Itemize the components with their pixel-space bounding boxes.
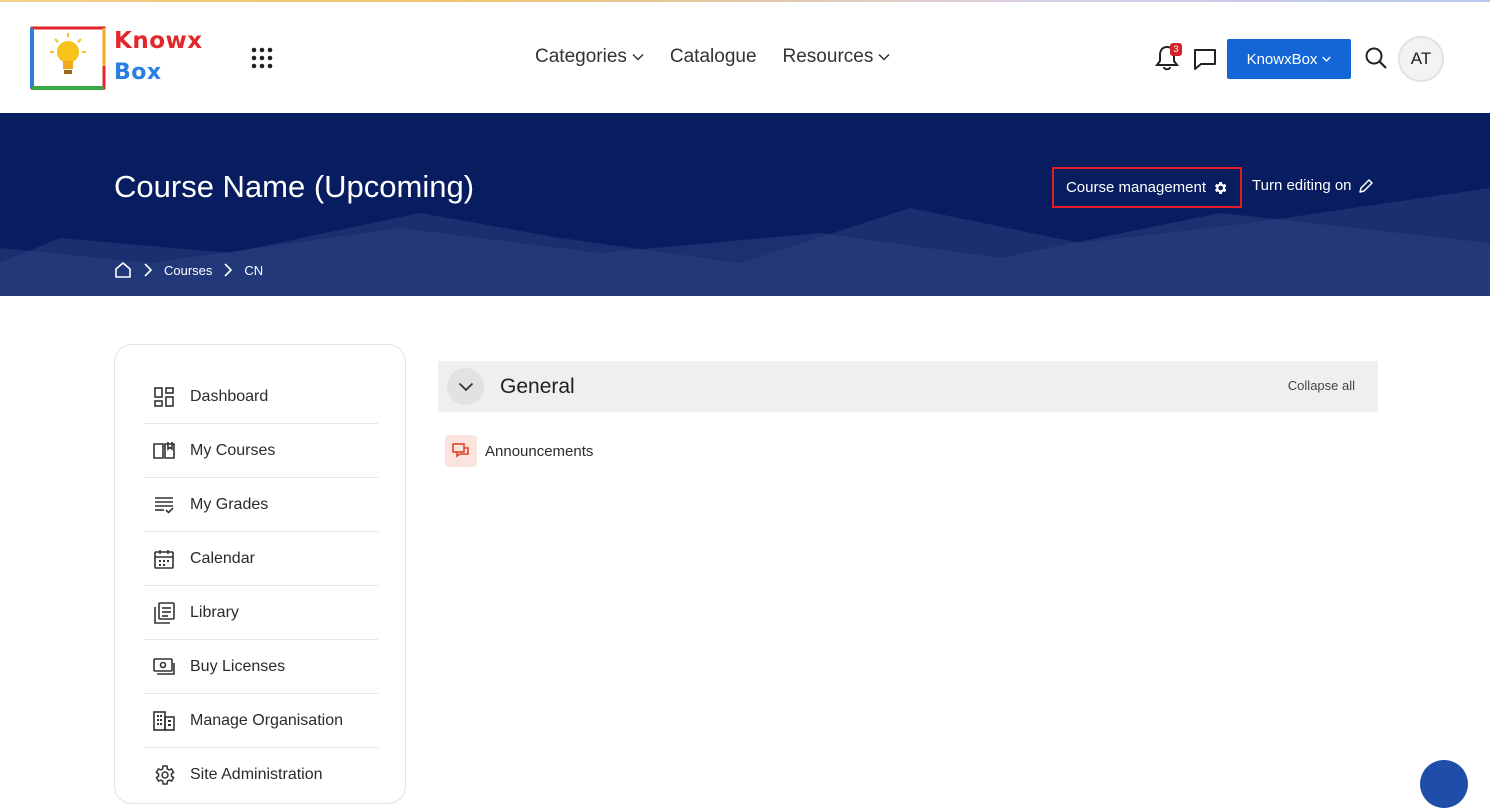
sidebar-item-label: Calendar: [190, 549, 255, 567]
sidebar-item-label: My Courses: [190, 441, 276, 459]
course-management-label: Course management: [1065, 179, 1207, 196]
course-management-button[interactable]: Course management: [1052, 167, 1242, 208]
home-icon[interactable]: [114, 261, 132, 279]
chevron-down-icon: [878, 53, 890, 61]
chevron-down-icon: [458, 382, 473, 391]
nav-catalogue[interactable]: Catalogue: [670, 46, 757, 68]
knowxbox-logo[interactable]: Knowx Box: [30, 26, 210, 94]
bulb-logo-icon: [30, 26, 106, 90]
messages-icon[interactable]: [1192, 46, 1218, 72]
breadcrumb: Courses CN: [114, 261, 263, 279]
chevron-right-icon: [224, 263, 233, 277]
workspace-button-label: KnowxBox: [1246, 50, 1318, 68]
notification-count-badge: 3: [1170, 43, 1182, 56]
book-icon: [153, 441, 175, 459]
sidebar-item-site-administration[interactable]: Site Administration: [144, 748, 378, 802]
gear-icon: [1214, 181, 1227, 194]
top-navbar: Knowx Box Categories Catalogue Resources…: [0, 2, 1490, 113]
sidebar-item-library[interactable]: Library: [144, 586, 378, 640]
forum-icon: [445, 435, 477, 467]
nav-resources-label: Resources: [782, 46, 874, 67]
sidebar-item-label: Dashboard: [190, 387, 269, 405]
pencil-icon: [1358, 178, 1373, 193]
workspace-dropdown-button[interactable]: KnowxBox: [1227, 39, 1351, 79]
grades-icon: [155, 496, 174, 514]
nav-categories-label: Categories: [535, 46, 627, 67]
sidebar-item-label: My Grades: [190, 495, 269, 513]
sidebar-item-label: Site Administration: [190, 766, 323, 783]
help-chat-button[interactable]: [1420, 760, 1468, 808]
section-collapse-toggle[interactable]: [447, 368, 484, 405]
chevron-down-icon: [1322, 56, 1332, 62]
main-nav: Categories Catalogue Resources: [535, 46, 890, 68]
sidebar-item-manage-organisation[interactable]: Manage Organisation: [144, 694, 378, 748]
sidebar-item-label: Buy Licenses: [190, 657, 286, 675]
search-icon[interactable]: [1364, 46, 1388, 70]
license-icon: [153, 657, 175, 675]
sidebar-item-calendar[interactable]: Calendar: [144, 532, 378, 586]
gear-icon: [155, 765, 175, 785]
sidebar-item-my-courses[interactable]: My Courses: [144, 424, 378, 478]
turn-editing-label: Turn editing on: [1252, 177, 1352, 194]
section-title: General: [500, 375, 575, 398]
course-title: Course Name (Upcoming): [114, 169, 475, 204]
turn-editing-on-button[interactable]: Turn editing on: [1252, 177, 1374, 194]
sidebar-item-label: Library: [190, 603, 239, 621]
collapse-all-link[interactable]: Collapse all: [1288, 378, 1355, 393]
sidebar-menu: Dashboard My Courses My Grades Calendar …: [114, 344, 406, 804]
course-header-banner: Course Name (Upcoming) Course management…: [0, 113, 1490, 296]
breadcrumb-course[interactable]: CN: [244, 263, 263, 278]
logo-text-knowx: Knowx: [114, 28, 203, 54]
app-grid-icon[interactable]: [250, 46, 274, 70]
logo-text-box: Box: [114, 60, 162, 85]
sidebar-item-dashboard[interactable]: Dashboard: [144, 370, 378, 424]
chevron-right-icon: [144, 263, 153, 277]
calendar-icon: [154, 549, 174, 569]
activity-announcements[interactable]: Announcements: [445, 435, 593, 467]
activity-label: Announcements: [485, 442, 594, 460]
chevron-down-icon: [632, 53, 644, 61]
breadcrumb-courses[interactable]: Courses: [164, 263, 212, 278]
sidebar-item-label: Manage Organisation: [190, 711, 343, 729]
sidebar-item-buy-licenses[interactable]: Buy Licenses: [144, 640, 378, 694]
nav-catalogue-label: Catalogue: [669, 46, 757, 67]
user-avatar[interactable]: AT: [1398, 36, 1444, 82]
dashboard-icon: [154, 386, 174, 407]
organisation-icon: [153, 710, 175, 731]
nav-categories[interactable]: Categories: [535, 46, 644, 68]
section-header-general: General Collapse all: [438, 361, 1378, 412]
library-icon: [154, 601, 175, 624]
sidebar-item-my-grades[interactable]: My Grades: [144, 478, 378, 532]
nav-resources[interactable]: Resources: [783, 46, 891, 68]
